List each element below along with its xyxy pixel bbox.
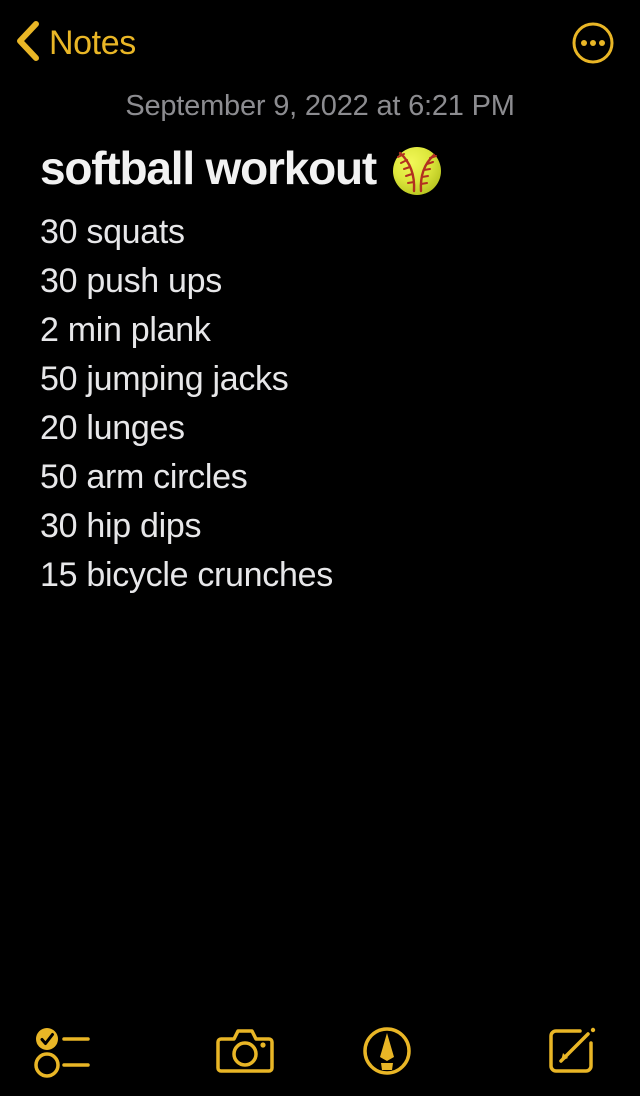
note-line: 30 squats [40,213,185,251]
note-line: 30 push ups [40,262,222,300]
notes-note-screen: Notes September 9, 2022 at 6:21 PM softb… [0,0,640,1096]
markup-button[interactable] [316,1010,458,1096]
markup-pen-icon [359,1023,415,1084]
note-content[interactable]: softball workout 30 squats 30 push ups 2… [40,142,610,600]
note-line: 15 bicycle crunches [40,556,333,594]
note-line-list: 30 squats 30 push ups 2 min plank 50 jum… [40,208,610,600]
ellipsis-circle-icon [571,22,615,69]
note-title-text: softball workout [40,142,377,195]
note-line: 2 min plank [40,311,211,349]
note-date: September 9, 2022 at 6:21 PM [125,90,515,122]
camera-icon [215,1025,275,1082]
navigation-bar: Notes [0,0,640,84]
note-line: 50 arm circles [40,458,248,496]
note-line: 30 hip dips [40,507,202,545]
back-to-notes-button[interactable]: Notes [14,18,136,68]
more-options-button[interactable] [571,21,615,65]
chevron-left-icon [14,20,40,67]
note-line: 20 lunges [40,409,185,447]
softball-emoji [390,144,444,198]
note-line: 50 jumping jacks [40,360,289,398]
back-button-label: Notes [49,24,136,62]
note-title-row: softball workout [40,142,610,196]
compose-button[interactable] [458,1010,640,1096]
camera-button[interactable] [174,1010,316,1096]
note-toolbar [0,1010,640,1096]
checklist-button[interactable] [0,1010,174,1096]
compose-icon [544,1023,600,1084]
checklist-icon [32,1023,94,1084]
